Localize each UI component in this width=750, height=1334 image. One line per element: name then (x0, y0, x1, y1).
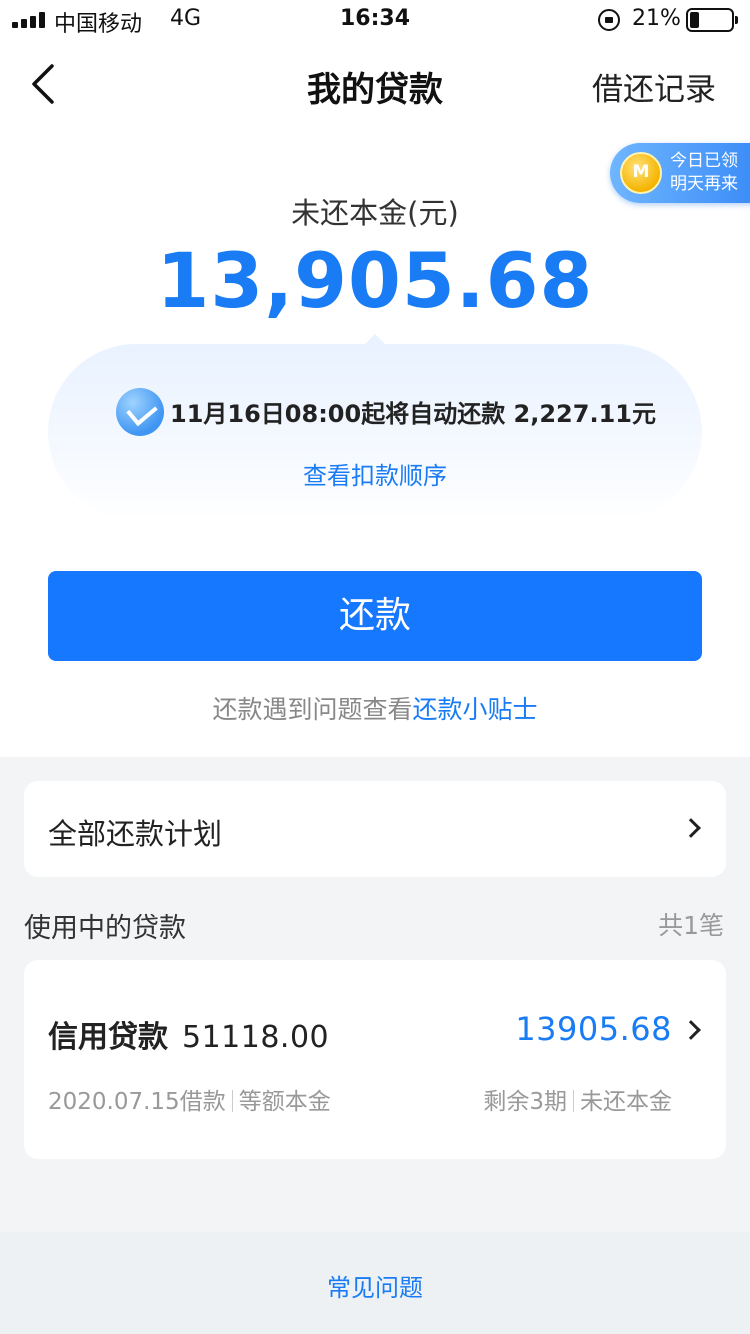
deduction-order-link[interactable]: 查看扣款顺序 (48, 456, 702, 491)
loan-borrow-date: 2020.07.15借款 (48, 1089, 226, 1115)
loan-meta-right: 剩余3期 未还本金 (483, 1082, 672, 1116)
active-loans-title: 使用中的贷款 (24, 913, 186, 944)
faq-link[interactable]: 常见问题 (0, 1268, 750, 1303)
divider (231, 1090, 233, 1112)
loan-remaining-label: 未还本金 (580, 1089, 672, 1115)
loan-original-amount: 51118.00 (182, 1020, 330, 1055)
loan-type: 信用贷款 (48, 1020, 168, 1055)
loan-title: 信用贷款 51118.00 (48, 1012, 329, 1056)
faq-bar: 常见问题 (0, 1232, 750, 1334)
repay-tips-prefix: 还款遇到问题查看 (212, 695, 413, 724)
orientation-lock-icon (598, 9, 620, 31)
chevron-right-icon (681, 1020, 701, 1040)
principal-amount: 13,905.68 (156, 236, 594, 325)
autopay-icon (116, 388, 164, 436)
loan-remaining-terms: 剩余3期 (483, 1089, 567, 1115)
autopay-notice: 11月16日08:00起将自动还款 2,227.11元 (170, 400, 656, 428)
autopay-notice-bubble: 11月16日08:00起将自动还款 2,227.11元 查看扣款顺序 (48, 334, 702, 520)
repay-button[interactable]: 还款 (48, 571, 702, 661)
repay-tips-line: 还款遇到问题查看还款小贴士 (0, 690, 750, 726)
chevron-right-icon (681, 818, 701, 838)
divider (573, 1090, 574, 1112)
battery-percent: 21% (632, 6, 681, 31)
principal-label: 未还本金(元) (291, 196, 459, 230)
loan-item[interactable]: 信用贷款 51118.00 13905.68 2020.07.15借款 等额本金 剩… (24, 960, 726, 1159)
coin-icon (620, 152, 662, 194)
all-repayment-plan-row[interactable]: 全部还款计划 (24, 781, 726, 877)
repay-tips-link[interactable]: 还款小贴士 (413, 695, 538, 724)
reward-line-1: 今日已领 (670, 151, 738, 171)
loan-meta-left: 2020.07.15借款 等额本金 (48, 1082, 331, 1116)
borrow-repay-history-link[interactable]: 借还记录 (592, 64, 716, 109)
loan-repay-method: 等额本金 (238, 1089, 331, 1115)
all-repayment-plan-label: 全部还款计划 (48, 817, 223, 851)
status-bar: 中国移动 4G 16:34 21% (0, 0, 750, 40)
battery-icon (686, 8, 738, 32)
loan-remaining-amount: 13905.68 (515, 1010, 672, 1048)
active-loans-count: 共1笔 (658, 911, 724, 940)
